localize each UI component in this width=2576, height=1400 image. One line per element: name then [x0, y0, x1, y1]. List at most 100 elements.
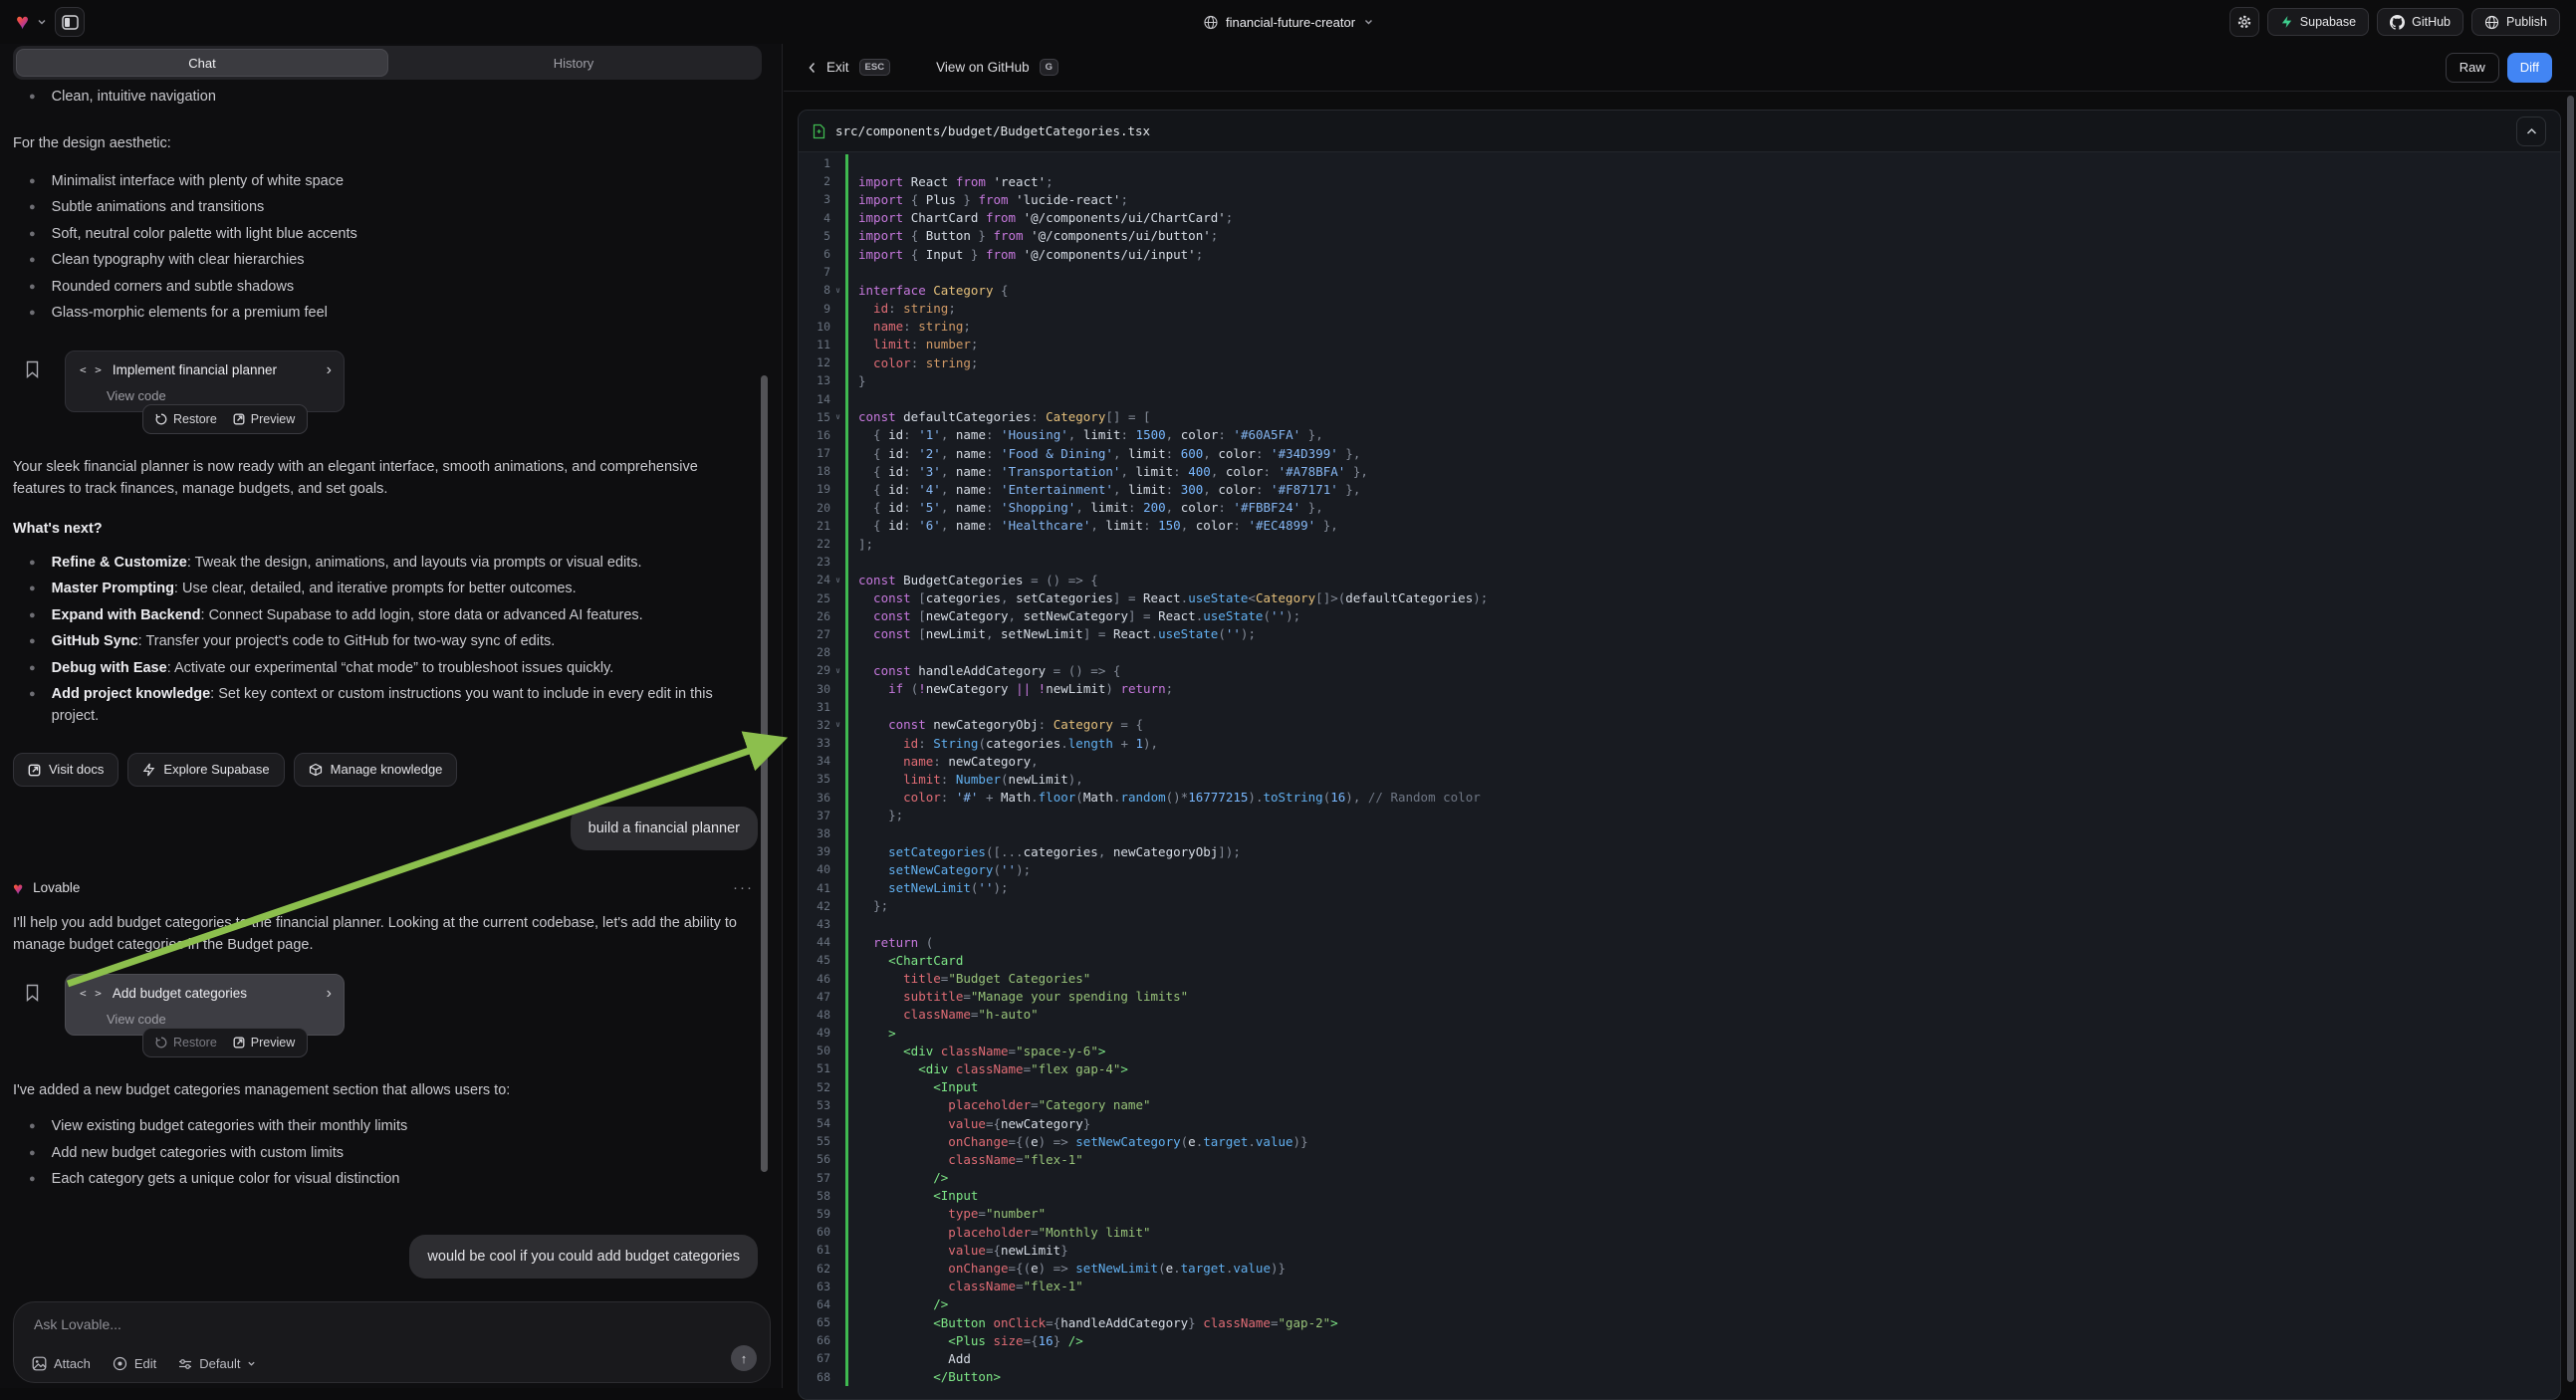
- code-line: 35 limit: Number(newLimit),: [799, 770, 2560, 788]
- code-line: 15∨const defaultCategories: Category[] =…: [799, 408, 2560, 426]
- attach-button[interactable]: Attach: [32, 1356, 91, 1371]
- code-line: 11 limit: number;: [799, 336, 2560, 353]
- code-line: 7: [799, 263, 2560, 281]
- code-line: 6import { Input } from '@/components/ui/…: [799, 245, 2560, 263]
- code-line: 20 { id: '5', name: 'Shopping', limit: 2…: [799, 499, 2560, 517]
- code-line: 65 <Button onClick={handleAddCategory} c…: [799, 1313, 2560, 1331]
- version-card-add-budget-categories[interactable]: < > Add budget categories › View code: [65, 974, 345, 1036]
- manage-knowledge-button[interactable]: Manage knowledge: [294, 753, 458, 787]
- code-line: 38: [799, 824, 2560, 842]
- send-button[interactable]: ↑: [731, 1345, 757, 1371]
- code-line: 66 <Plus size={16} />: [799, 1331, 2560, 1349]
- explore-supabase-button[interactable]: Explore Supabase: [127, 753, 284, 787]
- collapse-file-button[interactable]: [2516, 117, 2546, 146]
- window-scrollbar[interactable]: [2567, 96, 2574, 1382]
- chat-scrollbar[interactable]: [761, 375, 768, 1172]
- code-line: 68 </Button>: [799, 1368, 2560, 1386]
- bookmark-icon[interactable]: [25, 984, 40, 1002]
- supabase-button[interactable]: Supabase: [2267, 8, 2369, 36]
- github-icon: [2390, 15, 2405, 30]
- image-icon: [32, 1356, 47, 1371]
- publish-button[interactable]: Publish: [2471, 8, 2560, 36]
- code-line: 52 <Input: [799, 1078, 2560, 1096]
- code-line: 26 const [newCategory, setNewCategory] =…: [799, 607, 2560, 625]
- code-line: 49 >: [799, 1024, 2560, 1042]
- diff-toggle-button[interactable]: Diff: [2507, 53, 2552, 83]
- code-line: 19 { id: '4', name: 'Entertainment', lim…: [799, 480, 2560, 498]
- code-line: 18 { id: '3', name: 'Transportation', li…: [799, 462, 2560, 480]
- list-item: ●Each category gets a unique color for v…: [13, 1168, 758, 1195]
- chevron-down-icon[interactable]: [37, 17, 47, 27]
- code-line: 4import ChartCard from '@/components/ui/…: [799, 209, 2560, 227]
- toggle-sidebar-button[interactable]: [55, 7, 85, 37]
- code-line: 17 { id: '2', name: 'Food & Dining', lim…: [799, 444, 2560, 462]
- code-line: 32∨ const newCategoryObj: Category = {: [799, 716, 2560, 734]
- code-line: 61 value={newLimit}: [799, 1241, 2560, 1259]
- view-on-github-link[interactable]: View on GitHub: [936, 60, 1030, 75]
- code-line: 62 onChange={(e) => setNewLimit(e.target…: [799, 1259, 2560, 1277]
- chevron-down-icon: [1363, 17, 1373, 27]
- design-intro-text: For the design aesthetic:: [13, 132, 758, 154]
- chevron-right-icon: ›: [327, 983, 332, 1005]
- code-line: 51 <div className="flex gap-4">: [799, 1059, 2560, 1077]
- preview-button[interactable]: Preview: [233, 408, 295, 430]
- list-item: ●Minimalist interface with plenty of whi…: [13, 170, 758, 197]
- version-card-implement-financial-planner[interactable]: < > Implement financial planner › View c…: [65, 350, 345, 412]
- code-panel: Exit ESC View on GitHub G Raw Diff src/c…: [784, 44, 2576, 1388]
- user-message: would be cool if you could add budget ca…: [409, 1235, 758, 1279]
- code-icon: < >: [80, 983, 103, 1005]
- preview-button[interactable]: Preview: [233, 1032, 295, 1053]
- lovable-logo-icon[interactable]: ♥: [16, 11, 29, 33]
- external-link-icon: [28, 764, 41, 777]
- code-line: 58 <Input: [799, 1187, 2560, 1205]
- bookmark-icon[interactable]: [25, 360, 40, 378]
- whats-next-heading: What's next?: [13, 518, 758, 540]
- code-line: 37 };: [799, 807, 2560, 824]
- code-line: 57 />: [799, 1169, 2560, 1187]
- code-line: 3import { Plus } from 'lucide-react';: [799, 190, 2560, 208]
- code-line: 21 { id: '6', name: 'Healthcare', limit:…: [799, 517, 2560, 535]
- code-line: 36 color: '#' + Math.floor(Math.random()…: [799, 789, 2560, 807]
- list-item: ●GitHub Sync: Transfer your project's co…: [13, 630, 756, 657]
- version-actions: Restore Preview: [142, 1028, 308, 1057]
- package-icon: [309, 763, 323, 777]
- code-line: 60 placeholder="Monthly limit": [799, 1223, 2560, 1241]
- mode-select[interactable]: Default: [178, 1356, 256, 1371]
- code-line: 64 />: [799, 1295, 2560, 1313]
- file-diff-card: src/components/budget/BudgetCategories.t…: [798, 110, 2561, 1400]
- code-line: 28: [799, 643, 2560, 661]
- globe-icon: [1203, 15, 1218, 30]
- visit-docs-button[interactable]: Visit docs: [13, 753, 118, 787]
- exit-button[interactable]: Exit: [826, 60, 849, 75]
- chevron-up-icon: [2526, 127, 2537, 135]
- chat-input[interactable]: Ask Lovable...: [34, 1316, 121, 1332]
- github-button[interactable]: GitHub: [2377, 8, 2463, 36]
- code-line: 22];: [799, 535, 2560, 553]
- settings-button[interactable]: [2229, 7, 2259, 37]
- restore-button[interactable]: Restore: [155, 408, 217, 430]
- code-line: 67 Add: [799, 1349, 2560, 1367]
- tab-history[interactable]: History: [388, 49, 759, 77]
- code-line: 53 placeholder="Category name": [799, 1096, 2560, 1114]
- file-icon: [813, 123, 825, 139]
- code-icon: < >: [80, 359, 103, 381]
- code-line: 30 if (!newCategory || !newLimit) return…: [799, 679, 2560, 697]
- quick-actions: Visit docs Explore Supabase Manage knowl…: [13, 753, 758, 787]
- restore-button[interactable]: Restore: [155, 1032, 217, 1053]
- chevron-left-icon[interactable]: [808, 62, 817, 74]
- added-summary-text: I've added a new budget categories manag…: [13, 1079, 758, 1101]
- chat-composer[interactable]: Ask Lovable... Attach Edit Default ↑: [13, 1301, 771, 1383]
- chevron-down-icon: [247, 1359, 256, 1368]
- project-switcher[interactable]: financial-future-creator: [1203, 0, 1373, 44]
- edit-button[interactable]: Edit: [113, 1356, 156, 1371]
- file-header[interactable]: src/components/budget/BudgetCategories.t…: [799, 111, 2560, 152]
- list-item: ●Master Prompting: Use clear, detailed, …: [13, 578, 756, 604]
- list-item: ●Clean typography with clear hierarchies: [13, 249, 758, 276]
- sliders-icon: [178, 1357, 192, 1371]
- code-line: 46 title="Budget Categories": [799, 969, 2560, 987]
- assistant-help-text: I'll help you add budget categories to t…: [13, 912, 752, 956]
- code-line: 14: [799, 389, 2560, 407]
- message-menu-button[interactable]: ···: [733, 877, 754, 899]
- tab-chat[interactable]: Chat: [16, 49, 388, 77]
- raw-toggle-button[interactable]: Raw: [2446, 53, 2499, 83]
